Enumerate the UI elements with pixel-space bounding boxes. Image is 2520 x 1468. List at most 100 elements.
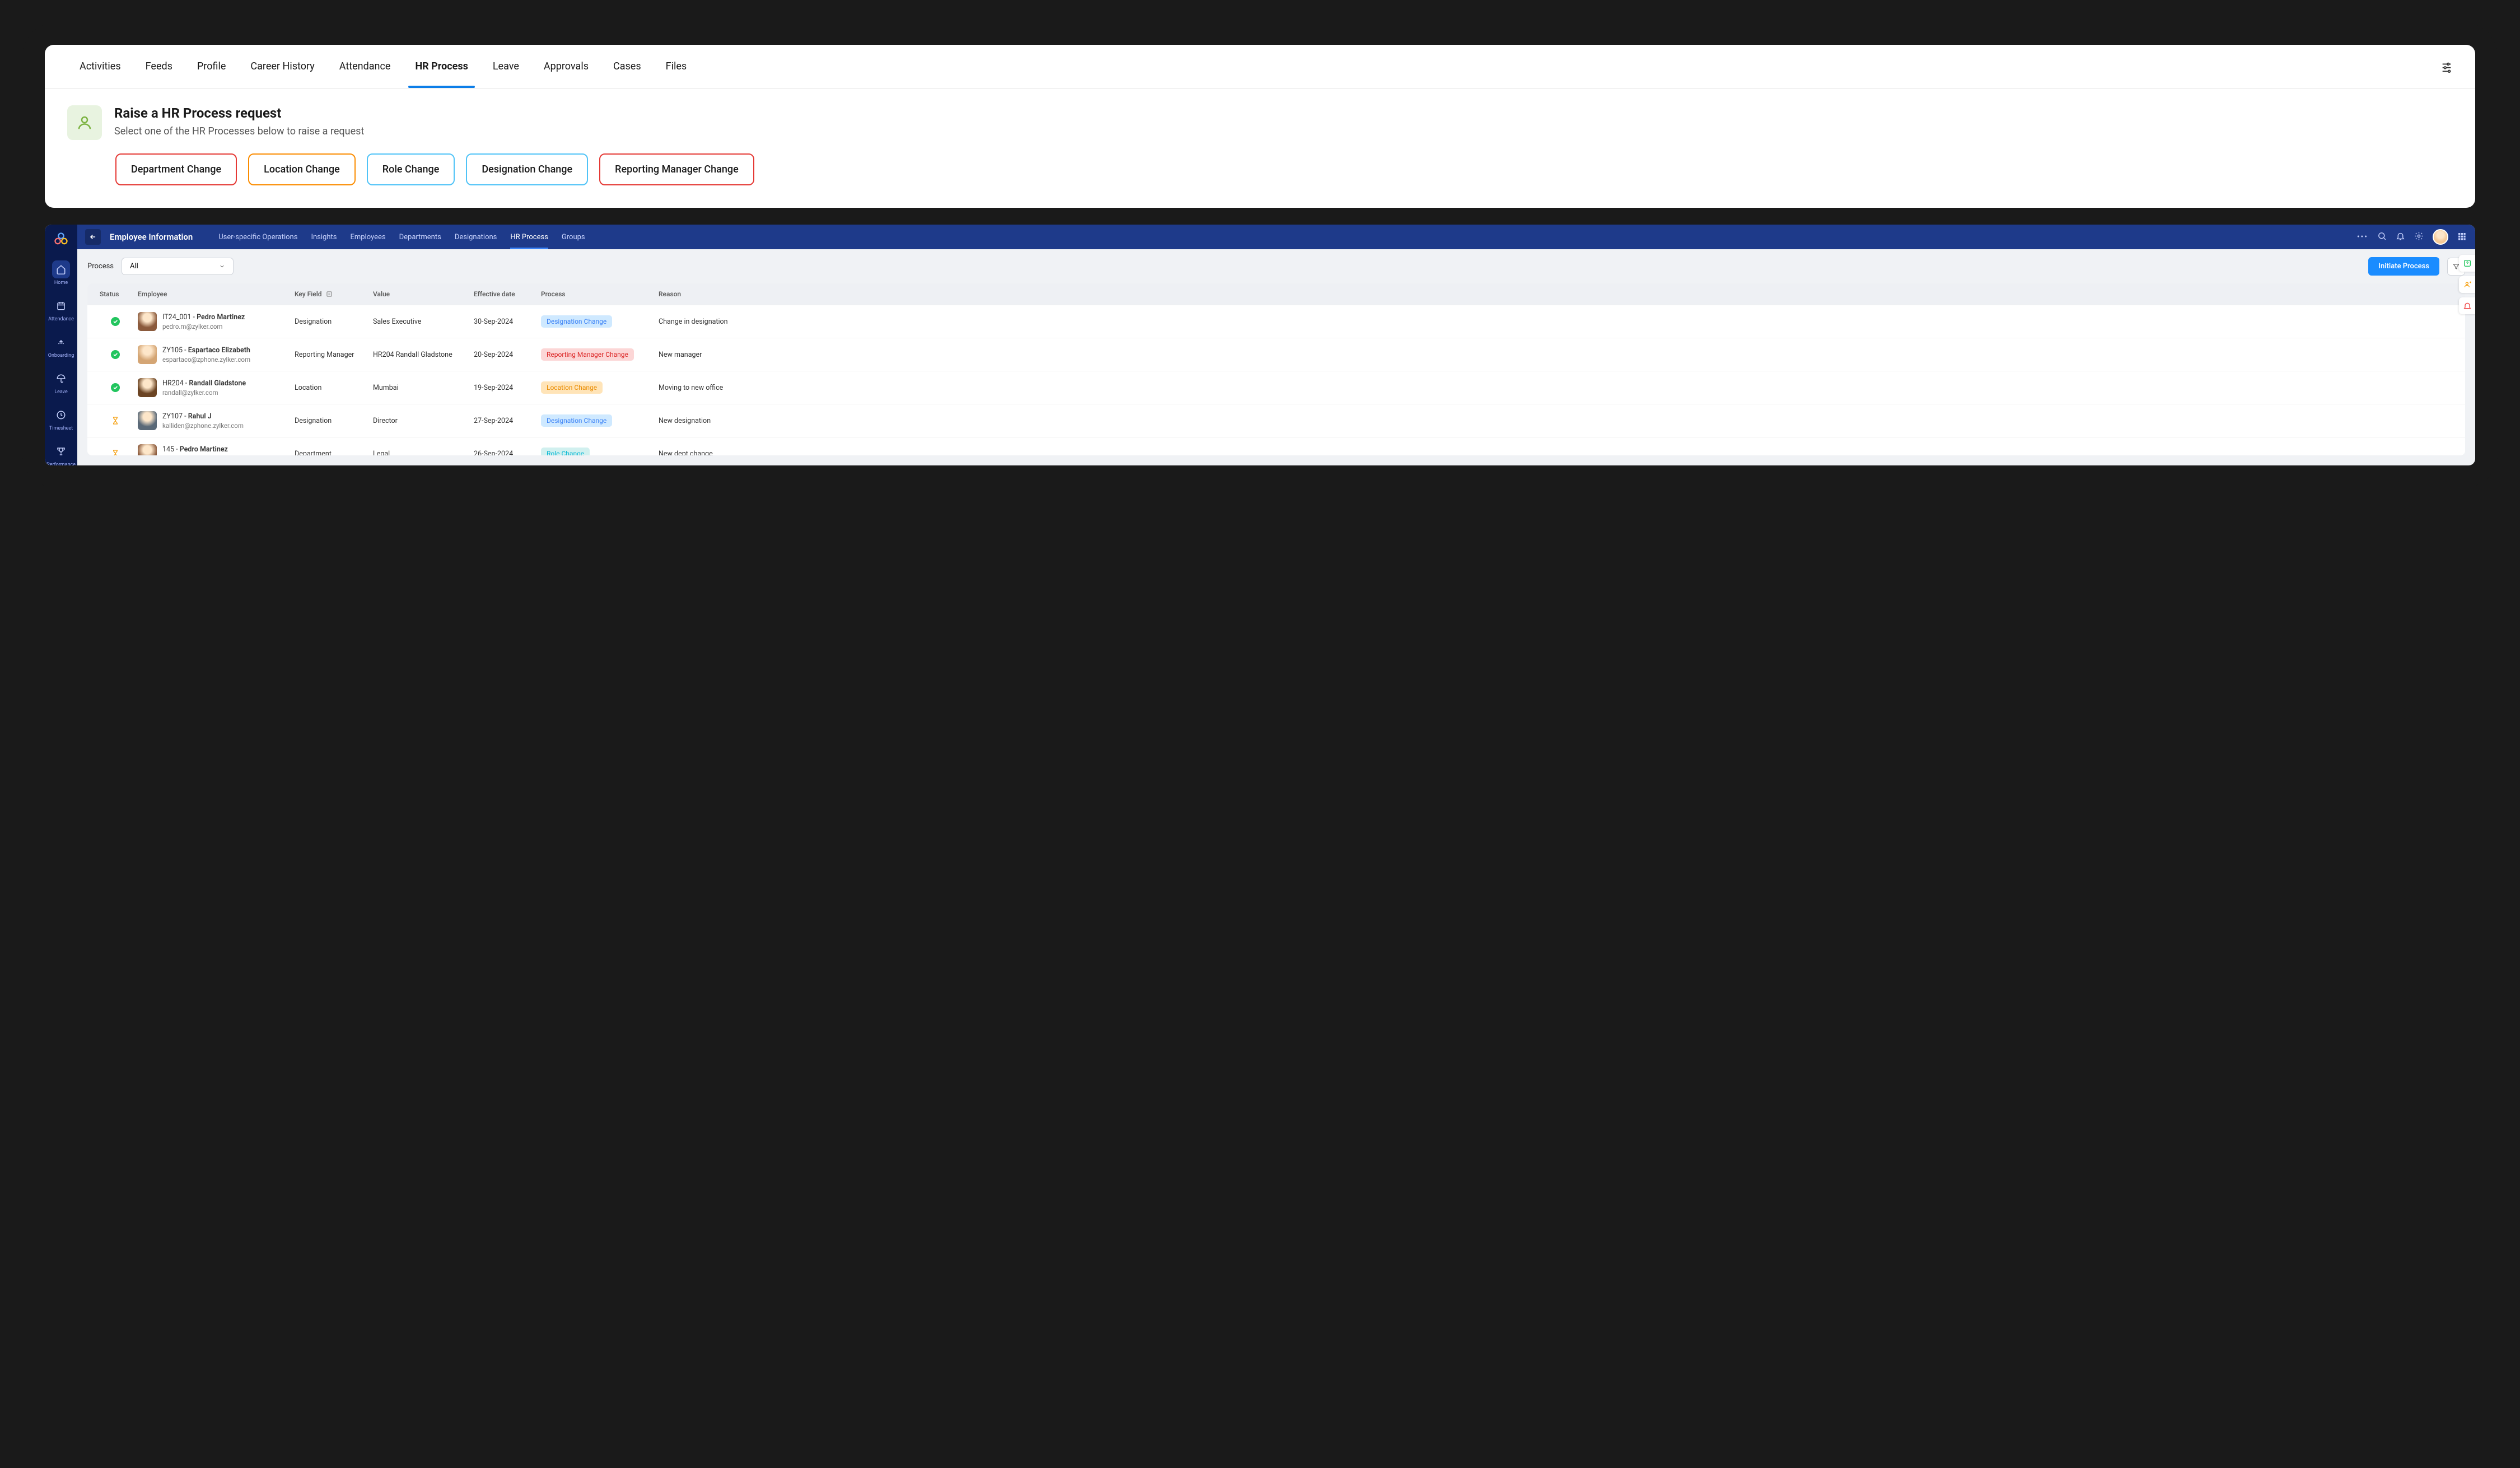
process-cell: Location Change	[541, 381, 659, 394]
tab-career-history[interactable]: Career History	[238, 45, 326, 88]
sidebar-item-leave[interactable]: Leave	[45, 365, 77, 399]
sidebar-item-onboarding[interactable]: Onboarding	[45, 329, 77, 363]
keyfield-cell: Designation	[295, 318, 373, 326]
user-avatar[interactable]	[2433, 229, 2448, 245]
nav-tab-hr-process[interactable]: HR Process	[510, 225, 548, 249]
table-row[interactable]: 145 - Pedro Martinezpedro@zylker.comDepa…	[87, 437, 2465, 455]
tab-files[interactable]: Files	[654, 45, 699, 88]
status-cell	[93, 350, 138, 359]
keyfield-cell: Department	[295, 450, 373, 456]
pill-role-change[interactable]: Role Change	[367, 153, 455, 185]
nav-tab-insights[interactable]: Insights	[311, 225, 337, 249]
th-status: Status	[93, 290, 138, 298]
filter-bar: Process All Initiate Process	[77, 249, 2475, 283]
status-cell	[93, 449, 138, 455]
sidebar-item-home[interactable]: Home	[45, 256, 77, 290]
chevron-down-icon	[219, 263, 225, 269]
table-row[interactable]: ZY105 - Espartaco Elizabethespartaco@zph…	[87, 338, 2465, 371]
process-filter-select[interactable]: All	[122, 258, 234, 275]
pill-designation-change[interactable]: Designation Change	[466, 153, 588, 185]
nav-tab-user-specific-operations[interactable]: User-specific Operations	[218, 225, 297, 249]
filter-value: All	[130, 262, 138, 271]
process-cell: Role Change	[541, 448, 659, 455]
pill-reporting-manager-change[interactable]: Reporting Manager Change	[599, 153, 754, 185]
page-title: Employee Information	[110, 232, 193, 242]
app-logo-icon[interactable]	[53, 231, 69, 247]
nav-tab-groups[interactable]: Groups	[562, 225, 585, 249]
apps-grid-icon[interactable]	[2457, 232, 2467, 242]
employee-cell: ZY105 - Espartaco Elizabethespartaco@zph…	[138, 345, 295, 364]
value-cell: Director	[373, 417, 474, 425]
employee-cell: ZY107 - Rahul Jkalliden@zphone.zylker.co…	[138, 411, 295, 430]
tab-cases[interactable]: Cases	[601, 45, 654, 88]
app-sidebar: HomeAttendanceOnboardingLeaveTimesheetPe…	[45, 225, 77, 465]
search-icon[interactable]	[2377, 231, 2387, 243]
value-cell: Sales Executive	[373, 318, 474, 326]
value-cell: HR204 Randall Gladstone	[373, 351, 474, 359]
date-cell: 26-Sep-2024	[474, 450, 541, 456]
collapse-icon[interactable]	[325, 290, 333, 298]
bell-icon[interactable]	[2396, 231, 2405, 243]
th-reason: Reason	[659, 290, 2460, 298]
employee-cell: IT24_001 - Pedro Martinezpedro.m@zylker.…	[138, 312, 295, 331]
help-float-button[interactable]	[2459, 255, 2475, 272]
clock-icon	[52, 406, 70, 424]
th-employee: Employee	[138, 290, 295, 298]
sidebar-item-timesheet[interactable]: Timesheet	[45, 402, 77, 436]
sidebar-item-performance[interactable]: Performance	[45, 438, 77, 465]
settings-toggle-icon[interactable]	[2440, 60, 2453, 73]
tab-approvals[interactable]: Approvals	[531, 45, 601, 88]
tab-profile[interactable]: Profile	[185, 45, 238, 88]
employee-cell: 145 - Pedro Martinezpedro@zylker.com	[138, 444, 295, 455]
employee-avatar	[138, 345, 157, 364]
back-button[interactable]	[85, 229, 101, 245]
alert-float-button[interactable]	[2459, 297, 2475, 314]
keyfield-cell: Designation	[295, 417, 373, 425]
nav-tab-employees[interactable]: Employees	[350, 225, 385, 249]
keyfield-cell: Reporting Manager	[295, 351, 373, 359]
date-cell: 27-Sep-2024	[474, 417, 541, 425]
person-icon	[67, 105, 102, 140]
nav-tab-designations[interactable]: Designations	[455, 225, 497, 249]
table-row[interactable]: ZY107 - Rahul Jkalliden@zphone.zylker.co…	[87, 404, 2465, 437]
process-cell: Designation Change	[541, 414, 659, 427]
profile-tabs: ActivitiesFeedsProfileCareer HistoryAtte…	[45, 45, 2475, 88]
pill-department-change[interactable]: Department Change	[115, 153, 237, 185]
tab-hr-process[interactable]: HR Process	[403, 45, 480, 88]
tab-attendance[interactable]: Attendance	[327, 45, 403, 88]
tab-leave[interactable]: Leave	[480, 45, 531, 88]
handshake-icon	[52, 333, 70, 351]
sidebar-item-attendance[interactable]: Attendance	[45, 292, 77, 327]
home-icon	[52, 260, 70, 278]
more-menu-icon[interactable]: •••	[2357, 232, 2368, 241]
right-float-buttons	[2459, 255, 2475, 314]
table-row[interactable]: HR204 - Randall Gladstonerandall@zylker.…	[87, 371, 2465, 404]
initiate-process-button[interactable]: Initiate Process	[2368, 257, 2439, 276]
reason-cell: Moving to new office	[659, 384, 2460, 392]
gear-icon[interactable]	[2414, 231, 2424, 243]
process-pills-row: Department Change Location Change Role Cha…	[115, 153, 2453, 185]
keyfield-cell: Location	[295, 384, 373, 392]
status-cell	[93, 416, 138, 425]
nav-tab-departments[interactable]: Departments	[399, 225, 441, 249]
raise-request-section: Raise a HR Process request Select one of…	[45, 88, 2475, 208]
th-value: Value	[373, 290, 474, 298]
th-date: Effective date	[474, 290, 541, 298]
user-float-button[interactable]	[2459, 276, 2475, 293]
table-header: Status Employee Key Field Value Effectiv…	[87, 283, 2465, 305]
umbrella-icon	[52, 370, 70, 388]
process-table: Status Employee Key Field Value Effectiv…	[87, 283, 2465, 455]
date-cell: 20-Sep-2024	[474, 351, 541, 359]
process-cell: Designation Change	[541, 315, 659, 328]
tab-activities[interactable]: Activities	[67, 45, 133, 88]
tab-feeds[interactable]: Feeds	[133, 45, 185, 88]
employee-avatar	[138, 444, 157, 455]
pill-location-change[interactable]: Location Change	[248, 153, 356, 185]
reason-cell: Change in designation	[659, 318, 2460, 326]
main-content: Employee Information User-specific Opera…	[77, 225, 2475, 465]
th-process: Process	[541, 290, 659, 298]
th-keyfield: Key Field	[295, 290, 373, 298]
value-cell: Mumbai	[373, 384, 474, 392]
employee-avatar	[138, 312, 157, 331]
table-row[interactable]: IT24_001 - Pedro Martinezpedro.m@zylker.…	[87, 305, 2465, 338]
